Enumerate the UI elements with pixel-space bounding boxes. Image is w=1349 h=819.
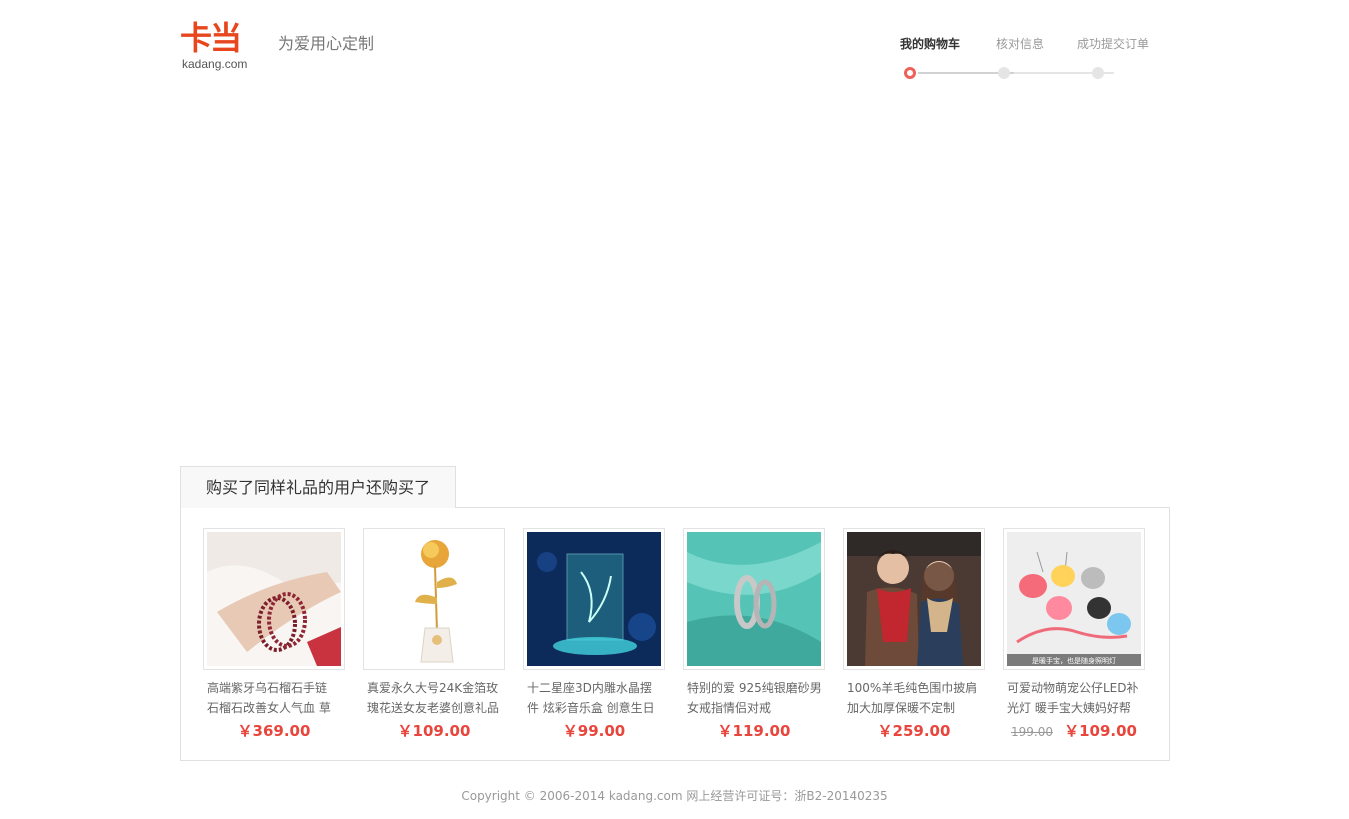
product-name[interactable]: 特别的爱 925纯银磨砂男女戒指情侣对戒 xyxy=(687,678,822,718)
step-submit-dot xyxy=(1092,67,1104,79)
bracelet-image xyxy=(207,532,341,666)
recommendation-list: 高端紫牙乌石榴石手链 石榴石改善女人气血 草 ￥369.00 真爱永久大号24K… xyxy=(180,507,1170,761)
product-price-row: ￥369.00 xyxy=(203,720,345,741)
step-submit-label: 成功提交订单 xyxy=(1077,37,1150,51)
product-price: ￥109.00 xyxy=(1064,722,1137,740)
product-price-row: ￥259.00 xyxy=(843,720,985,741)
logo-domain: kadang.com xyxy=(182,57,248,71)
banner-caption: 是暖手宝，也是随身照明灯 xyxy=(1032,656,1116,665)
page-footer: Copyright © 2006-2014 kadang.com 网上经营许可证… xyxy=(461,789,888,803)
logo-mark: 卡当 xyxy=(180,19,242,57)
product-price: ￥119.00 xyxy=(717,722,791,740)
step-verify-label: 核对信息 xyxy=(996,37,1045,51)
product-name[interactable]: 100%羊毛纯色围巾披肩加大加厚保暖不定制 xyxy=(847,678,982,718)
product-image[interactable] xyxy=(683,528,825,670)
product-image[interactable] xyxy=(363,528,505,670)
product-original-price: 199.00 xyxy=(1011,725,1053,739)
product-image[interactable] xyxy=(843,528,985,670)
product-name[interactable]: 高端紫牙乌石榴石手链 石榴石改善女人气血 草 xyxy=(207,678,342,718)
product-name[interactable]: 十二星座3D内雕水晶摆件 炫彩音乐盒 创意生日 xyxy=(527,678,662,718)
product-name[interactable]: 真爱永久大号24K金箔玫瑰花送女友老婆创意礼品 xyxy=(367,678,502,718)
step-cart-dot xyxy=(904,67,916,79)
recommendation-tab: 购买了同样礼品的用户还购买了 xyxy=(180,466,456,508)
crystal-image xyxy=(527,532,661,666)
product-name[interactable]: 可爱动物萌宠公仔LED补光灯 暖手宝大姨妈好帮 xyxy=(1007,678,1142,718)
product-price: ￥369.00 xyxy=(237,722,311,740)
step-cart-label: 我的购物车 xyxy=(900,37,961,51)
product-price-row: 199.00 ￥109.00 xyxy=(1003,720,1145,741)
product-price: ￥99.00 xyxy=(562,722,626,740)
step-verify-dot xyxy=(998,67,1010,79)
checkout-steps: 我的购物车 核对信息 成功提交订单 xyxy=(900,36,1170,82)
product-image[interactable] xyxy=(523,528,665,670)
product-price: ￥259.00 xyxy=(877,722,951,740)
slogan: 为爱用心定制 xyxy=(278,34,375,53)
recommendation-title: 购买了同样礼品的用户还购买了 xyxy=(206,478,431,497)
gold-rose-image xyxy=(367,532,501,666)
page-header: 卡当 kadang.com 为爱用心定制 我的购物车 核对信息 成功提交订单 xyxy=(180,18,1170,88)
product-image[interactable] xyxy=(203,528,345,670)
led-warmer-image: 是暖手宝，也是随身照明灯 xyxy=(1007,532,1141,666)
product-price-row: ￥119.00 xyxy=(683,720,825,741)
product-price-row: ￥109.00 xyxy=(363,720,505,741)
kadang-logo[interactable]: 卡当 kadang.com xyxy=(180,20,262,72)
product-price: ￥109.00 xyxy=(397,722,471,740)
product-price-row: ￥99.00 xyxy=(523,720,665,741)
recommendation-section: 购买了同样礼品的用户还购买了 高端紫牙乌石榴石手链 石榴石改善女人气血 草 ￥3… xyxy=(180,466,1170,761)
scarf-couple-image xyxy=(847,532,981,666)
product-image[interactable]: 是暖手宝，也是随身照明灯 xyxy=(1003,528,1145,670)
rings-image xyxy=(687,532,821,666)
